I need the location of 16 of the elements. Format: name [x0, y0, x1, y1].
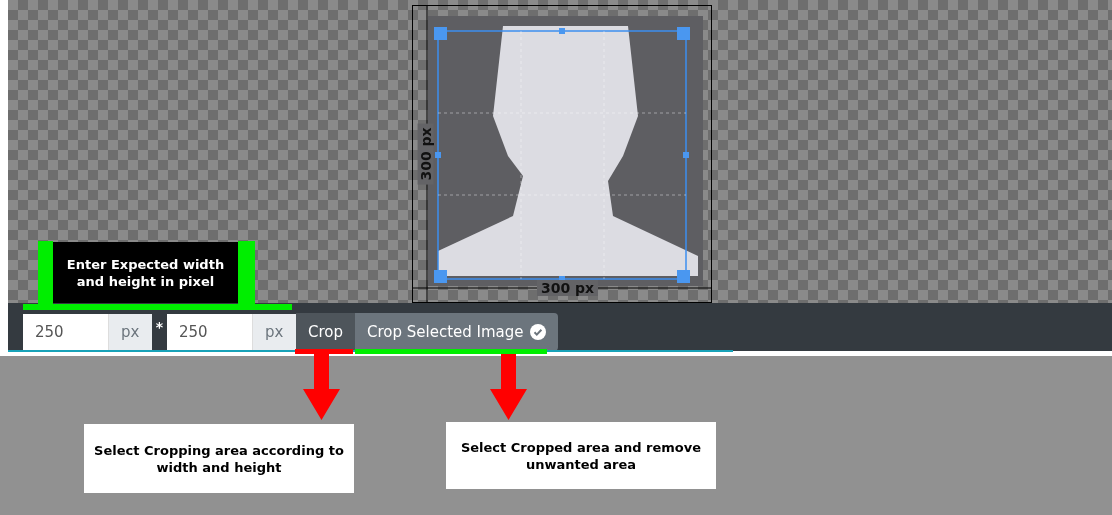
width-input-field[interactable]: 250: [23, 314, 108, 350]
crop-selected-image-button[interactable]: Crop Selected Image: [355, 313, 558, 351]
height-dimension-label: 300 px: [417, 123, 434, 185]
height-input-field[interactable]: 250: [167, 314, 252, 350]
check-circle-icon: [529, 324, 546, 340]
unit-label: px: [108, 314, 152, 350]
callout-note: Select Cropped area and remove unwanted area: [446, 422, 716, 489]
crop-button[interactable]: Crop: [296, 313, 355, 351]
multiply-sign: *: [154, 318, 165, 337]
width-dimension-label: 300 px: [537, 280, 599, 296]
callout-note: Enter Expected width and height in pixel: [53, 242, 238, 303]
highlight-underline: [295, 349, 353, 354]
callout-note: Select Cropping area according to width and height: [84, 424, 354, 493]
down-arrow: [490, 354, 527, 420]
down-arrow: [303, 354, 340, 420]
unit-label: px: [252, 314, 296, 350]
